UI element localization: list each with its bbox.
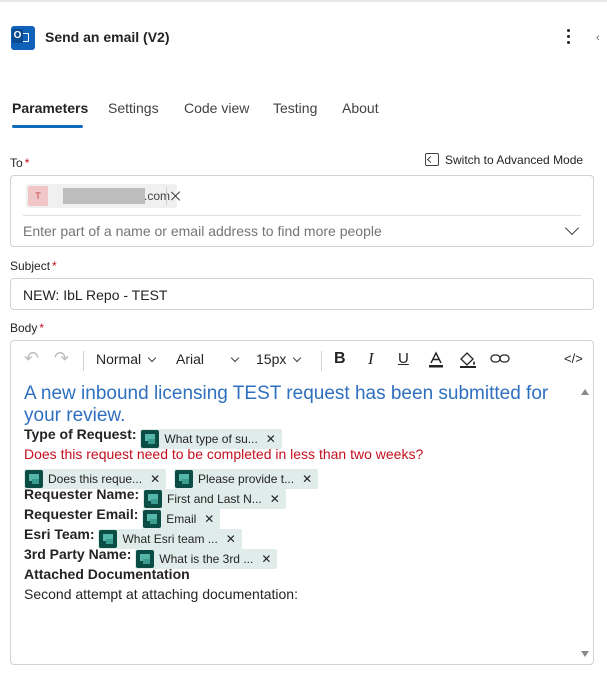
subject-label: Subject * — [10, 259, 57, 273]
subject-input[interactable] — [23, 287, 573, 303]
type-of-request-line: Type of Request: What type of su... ✕ — [24, 426, 282, 449]
action-header: O Send an email (V2) ‹ — [0, 2, 607, 64]
third-party-label: 3rd Party Name: — [24, 546, 132, 562]
redacted-email — [63, 188, 145, 204]
active-tab-indicator — [12, 125, 83, 128]
requester-name-label: Requester Name: — [24, 486, 140, 502]
requester-email-line: Requester Email: Email ✕ — [24, 506, 221, 529]
body-content[interactable]: A new inbound licensing TEST request has… — [24, 383, 572, 602]
tab-code-view[interactable]: Code view — [184, 100, 249, 116]
body-heading: A new inbound licensing TEST request has… — [24, 383, 549, 426]
chevron-down-icon — [230, 353, 240, 363]
required-mark: * — [52, 259, 57, 273]
requester-email-label: Requester Email: — [24, 506, 139, 522]
required-mark: * — [39, 321, 45, 335]
attached-documentation-text: Second attempt at attaching documentatio… — [24, 586, 298, 602]
font-size-dropdown[interactable]: 15px — [256, 351, 302, 367]
chevron-down-icon — [147, 353, 157, 363]
paragraph-style-dropdown[interactable]: Normal — [96, 351, 157, 367]
link-icon[interactable] — [490, 352, 510, 366]
requester-name-line: Requester Name: First and Last N... ✕ — [24, 486, 286, 509]
to-field: T .com — [10, 175, 594, 247]
esri-team-label: Esri Team: — [24, 526, 95, 542]
type-of-request-label: Type of Request: — [24, 426, 137, 442]
close-icon[interactable]: ✕ — [302, 469, 312, 489]
advanced-mode-icon — [425, 153, 439, 166]
close-icon[interactable]: ✕ — [270, 489, 280, 509]
attached-documentation-label: Attached Documentation — [24, 566, 190, 582]
switch-advanced-mode-button[interactable]: Switch to Advanced Mode — [425, 153, 583, 167]
scroll-down-arrow[interactable] — [581, 651, 589, 657]
editor-toolbar: ↶ ↷ Normal Arial 15px B I U </> — [11, 341, 593, 379]
required-mark: * — [24, 156, 30, 170]
close-icon[interactable] — [170, 190, 182, 202]
underline-button[interactable]: U — [398, 350, 409, 367]
urgent-tokens-line: Does this reque... ✕ Please provide t... ✕ — [24, 466, 319, 489]
redo-icon[interactable]: ↷ — [54, 348, 69, 369]
more-options-icon[interactable] — [560, 26, 576, 50]
chip-divider — [166, 187, 167, 205]
recipient-chip[interactable]: T .com — [26, 184, 177, 208]
esri-team-line: Esri Team: What Esri team ... ✕ — [24, 526, 242, 549]
scroll-up-arrow[interactable] — [581, 389, 589, 395]
collapse-chevron-icon[interactable]: ‹ — [596, 32, 600, 44]
undo-icon[interactable]: ↶ — [24, 348, 39, 369]
chevron-down-icon[interactable] — [564, 220, 580, 236]
urgent-question: Does this request need to be completed i… — [24, 446, 424, 462]
toolbar-divider — [321, 351, 322, 371]
bold-button[interactable]: B — [334, 350, 346, 368]
body-label: Body * — [10, 321, 45, 335]
font-dropdown[interactable]: Arial — [176, 351, 240, 367]
highlight-color-icon[interactable] — [458, 351, 478, 369]
toolbar-divider — [83, 351, 84, 371]
to-divider — [23, 215, 581, 216]
close-icon[interactable]: ✕ — [261, 549, 271, 569]
subject-field — [10, 278, 594, 310]
code-view-icon[interactable]: </> — [564, 351, 583, 366]
tab-bar: Parameters Settings Code view Testing Ab… — [0, 96, 607, 132]
tab-testing[interactable]: Testing — [273, 100, 317, 116]
outlook-icon: O — [11, 26, 35, 50]
action-title: Send an email (V2) — [45, 29, 170, 45]
tab-about[interactable]: About — [342, 100, 379, 116]
tab-parameters[interactable]: Parameters — [12, 100, 88, 116]
tab-settings[interactable]: Settings — [108, 100, 159, 116]
italic-button[interactable]: I — [368, 349, 374, 369]
body-editor: ↶ ↷ Normal Arial 15px B I U </> A new in… — [10, 340, 594, 665]
advanced-mode-label: Switch to Advanced Mode — [445, 153, 584, 167]
font-color-icon[interactable] — [427, 351, 445, 369]
chevron-down-icon — [293, 353, 302, 363]
avatar: T — [28, 186, 48, 206]
to-label: To * — [10, 156, 30, 170]
people-search-input[interactable] — [23, 223, 553, 239]
third-party-line: 3rd Party Name: What is the 3rd ... ✕ — [24, 546, 278, 569]
